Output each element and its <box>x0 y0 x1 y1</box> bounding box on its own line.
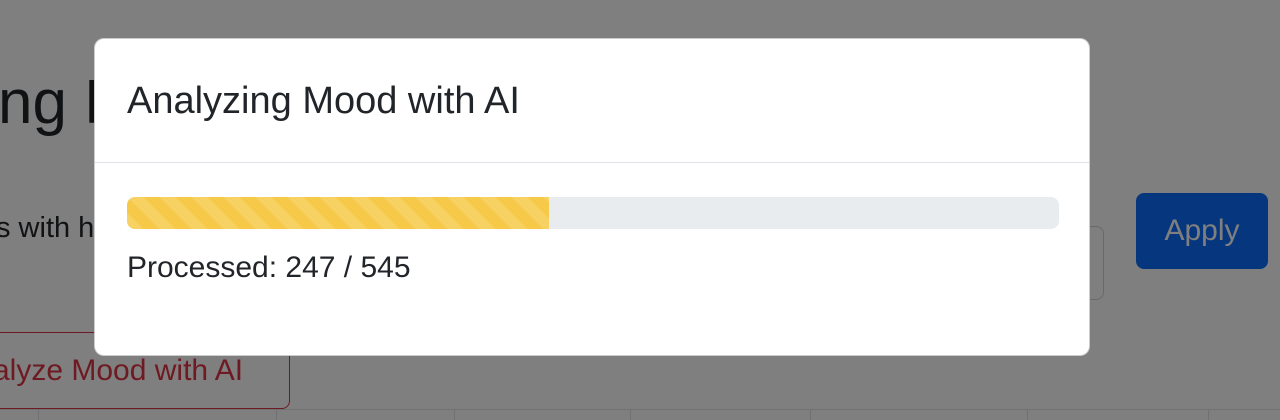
progress-modal: Analyzing Mood with AI Processed: 247 / … <box>94 38 1090 356</box>
progress-bar <box>127 197 550 229</box>
modal-title: Analyzing Mood with AI <box>127 80 520 122</box>
modal-header: Analyzing Mood with AI <box>95 39 1089 163</box>
modal-body: Processed: 247 / 545 <box>95 163 1089 285</box>
progress-track <box>127 197 1059 229</box>
progress-text: Processed: 247 / 545 <box>127 251 411 284</box>
page: ng H s with h Apply alyze Mood with AI A… <box>0 0 1280 420</box>
